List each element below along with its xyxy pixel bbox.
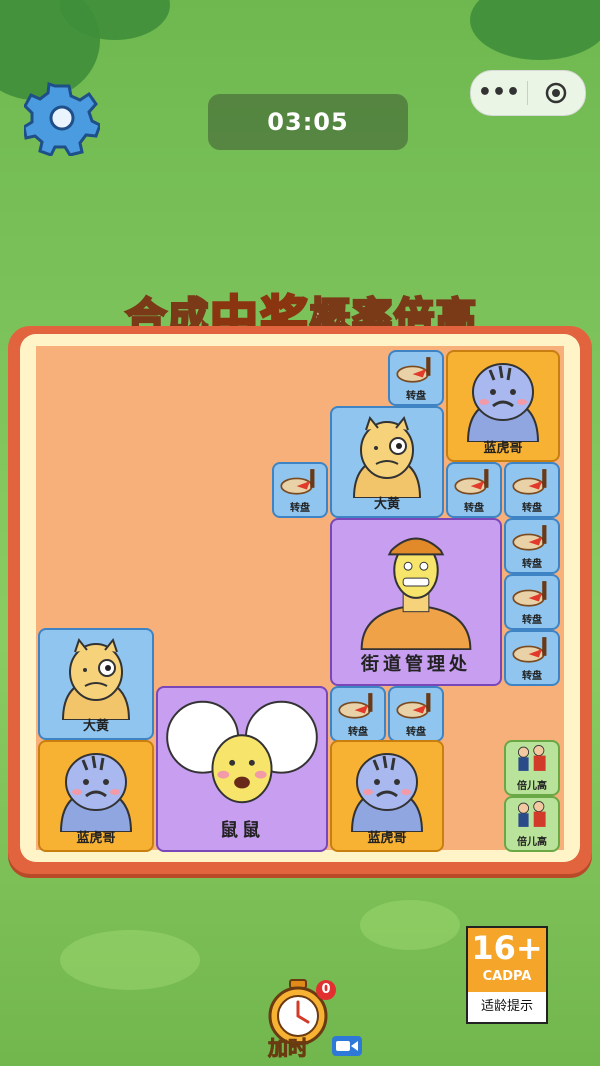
tile-label: 街道管理处 [361, 654, 471, 675]
add-time-count-badge: 0 [316, 980, 336, 1000]
blue-tiger-face-icon [332, 742, 442, 832]
roulette-icon [506, 632, 558, 666]
blue-tiger-face-icon [448, 352, 558, 442]
tile-label: 转盘 [522, 503, 542, 514]
roulette-icon [448, 464, 500, 498]
roulette-icon [274, 464, 326, 498]
tile-jiedao[interactable]: 街道管理处 [330, 518, 502, 686]
record-icon [545, 82, 567, 104]
tile-label: 转盘 [522, 559, 542, 570]
tile-label: 鼠鼠 [220, 820, 264, 841]
tile-zhuanpan[interactable]: 转盘 [388, 686, 444, 742]
tile-lanhuge[interactable]: 蓝虎哥 [38, 740, 154, 852]
tile-label: 转盘 [522, 615, 542, 626]
age-rating-badge: 16+ CADPA 适龄提示 [466, 926, 548, 1024]
tile-label: 蓝虎哥 [76, 831, 116, 846]
tile-label: 蓝虎哥 [483, 441, 523, 456]
tile-zhuanpan[interactable]: 转盘 [388, 350, 444, 406]
tile-label: 转盘 [522, 671, 542, 682]
countdown-timer: 03:05 [208, 94, 408, 150]
blue-tiger-face-icon [40, 742, 152, 832]
tile-label: 倍儿高 [517, 781, 547, 792]
roulette-icon [390, 352, 442, 386]
grass-decoration [360, 900, 460, 950]
roulette-icon [332, 688, 384, 722]
tile-zhuanpan[interactable]: 转盘 [446, 462, 502, 518]
tile-zhuanpan[interactable]: 转盘 [504, 574, 560, 630]
roulette-icon [506, 520, 558, 554]
tile-label: 转盘 [348, 727, 368, 738]
tile-lanhuge[interactable]: 蓝虎哥 [446, 350, 560, 462]
tile-label: 蓝虎哥 [367, 831, 407, 846]
grass-decoration [60, 930, 200, 990]
yellow-dog-face-icon [40, 630, 152, 720]
more-menu-button[interactable]: ••• [471, 78, 527, 108]
tile-label: 大黄 [373, 497, 400, 512]
tile-lanhuge[interactable]: 蓝虎哥 [330, 740, 444, 852]
street-manager-icon [332, 520, 500, 650]
settings-gear-icon[interactable] [22, 80, 102, 157]
age-rating-note: 适龄提示 [480, 999, 533, 1014]
age-rating-org: CADPA [482, 969, 532, 984]
tile-label: 转盘 [464, 503, 484, 514]
tile-label: 转盘 [406, 727, 426, 738]
two-people-icon [506, 742, 558, 776]
two-people-icon [506, 798, 558, 832]
video-camera-icon [332, 1036, 362, 1056]
roulette-icon [506, 464, 558, 498]
tile-label: 转盘 [290, 503, 310, 514]
roulette-icon [506, 576, 558, 610]
tile-zhuanpan[interactable]: 转盘 [272, 462, 328, 518]
tile-label: 转盘 [406, 391, 426, 402]
mouse-face-icon [158, 688, 326, 816]
tile-zhuanpan[interactable]: 转盘 [504, 518, 560, 574]
tile-beiergao[interactable]: 倍儿高 [504, 740, 560, 796]
tile-beiergao[interactable]: 倍儿高 [504, 796, 560, 852]
tile-dahuang[interactable]: 大黄 [330, 406, 444, 518]
roulette-icon [390, 688, 442, 722]
tile-dahuang[interactable]: 大黄 [38, 628, 154, 740]
add-time-label: 加时 [268, 1036, 309, 1061]
yellow-dog-face-icon [332, 408, 442, 498]
miniprogram-capsule: ••• [470, 70, 586, 116]
tile-zhuanpan[interactable]: 转盘 [330, 686, 386, 742]
tile-label: 倍儿高 [517, 837, 547, 848]
age-rating-number: 16+ [471, 929, 543, 967]
close-button[interactable] [528, 81, 584, 105]
tile-shushu[interactable]: 鼠鼠 [156, 686, 328, 852]
tile-zhuanpan[interactable]: 转盘 [504, 630, 560, 686]
tree-decoration [470, 0, 600, 60]
tile-zhuanpan[interactable]: 转盘 [504, 462, 560, 518]
tile-label: 大黄 [82, 719, 109, 734]
